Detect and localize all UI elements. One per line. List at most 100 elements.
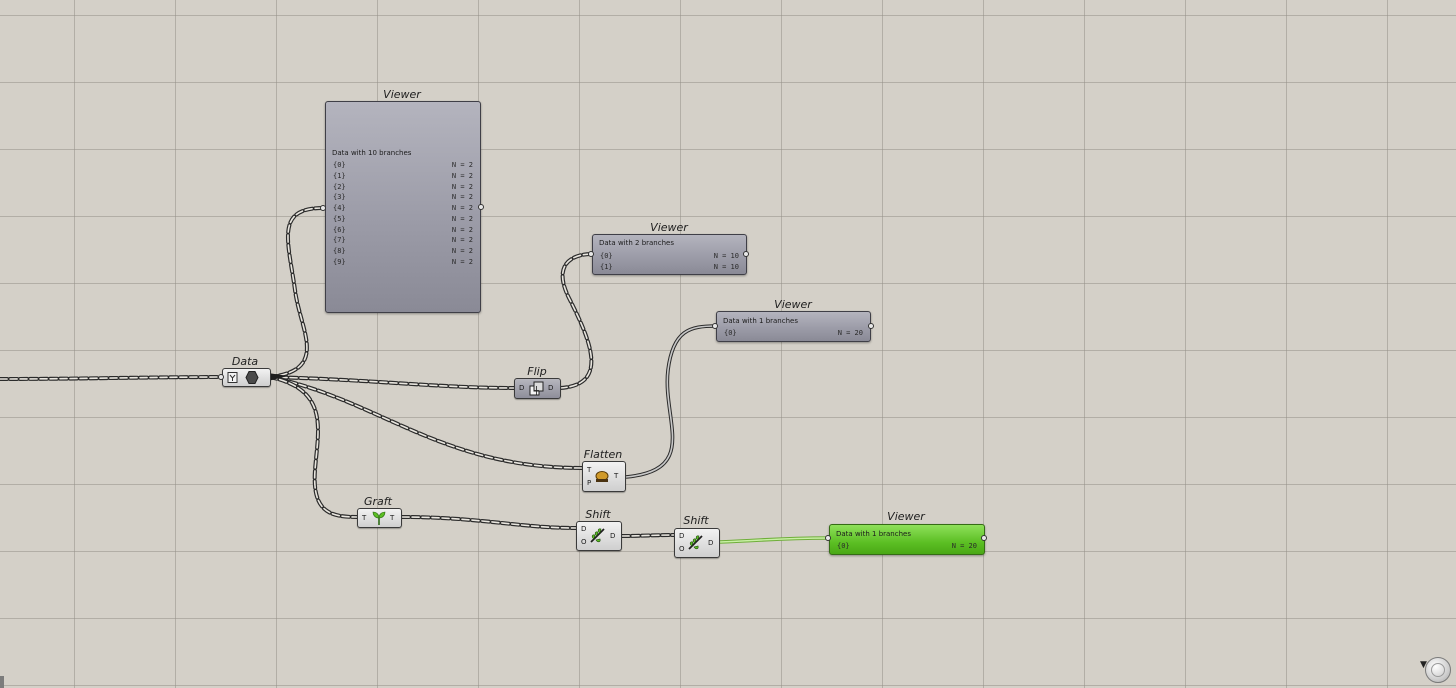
viewer-row: {0} N = 20	[837, 542, 977, 552]
branch-path: {0}	[837, 542, 850, 550]
branch-count: N = 10	[713, 263, 739, 271]
viewer-row: {1} N = 2	[333, 172, 473, 182]
branch-path: {3}	[333, 193, 346, 202]
data-title: Data	[231, 355, 259, 368]
branch-count: N = 2	[451, 257, 473, 266]
viewer-main-title: Viewer	[383, 88, 421, 101]
branch-path: {0}	[724, 329, 737, 337]
branch-path: {8}	[333, 247, 346, 255]
viewer-shift-input-grip[interactable]	[825, 535, 831, 541]
viewer-row: {3} N = 2	[333, 193, 473, 203]
flip-title: Flip	[527, 365, 547, 378]
viewer-flatten-header: Data with 1 branches	[723, 317, 798, 325]
shift1-input-o-label: O	[581, 538, 587, 546]
viewer-flip-panel[interactable]: Data with 2 branches {0} N = 10 {1} N = 10	[592, 234, 747, 275]
shift1-component[interactable]: D O D	[576, 521, 622, 551]
flip-component[interactable]: D D	[514, 378, 561, 399]
viewer-row: {0} N = 2	[333, 161, 473, 171]
viewer-row: {1} N = 10	[600, 263, 739, 273]
shift1-input-d-label: D	[581, 525, 587, 533]
branch-count: N = 10	[713, 252, 739, 260]
flatten-tree-icon	[595, 471, 609, 482]
branch-count: N = 2	[451, 161, 473, 169]
graft-input-label: T	[362, 514, 367, 522]
branch-path: {6}	[333, 225, 346, 234]
branch-count: N = 2	[451, 193, 473, 202]
viewer-main-output-grip[interactable]	[478, 204, 484, 210]
flatten-component[interactable]: T P T	[582, 461, 626, 492]
wire-flatten-to-viewer3[interactable]	[625, 324, 717, 479]
flatten-input-t-label: T	[587, 466, 592, 474]
viewer-row: {5} N = 2	[333, 215, 473, 225]
branch-path: {7}	[333, 236, 346, 245]
viewer-main-input-grip[interactable]	[320, 205, 326, 211]
shift2-input-o-label: O	[679, 545, 685, 553]
flatten-input-p-label: P	[587, 479, 592, 487]
viewer-flatten-output-grip[interactable]	[868, 323, 874, 329]
flip-input-label: D	[519, 384, 525, 392]
branch-count: N = 2	[451, 214, 473, 223]
shift2-input-d-label: D	[679, 532, 685, 540]
wire-data-to-viewer-main[interactable]	[268, 206, 325, 379]
branch-path: {5}	[333, 214, 346, 223]
flip-matrix-icon	[529, 381, 544, 396]
shift-paths-icon	[590, 528, 605, 543]
shift-paths-icon	[688, 535, 703, 550]
branch-count: N = 2	[451, 171, 473, 180]
viewer-main-header: Data with 10 branches	[332, 149, 412, 157]
viewer-row: {9} N = 2	[333, 258, 473, 268]
viewer-main-panel[interactable]: Data with 10 branches {0} N = 2 {1} N = 2 {2…	[325, 101, 481, 313]
shift2-component[interactable]: D O D	[674, 528, 720, 558]
branch-count: N = 2	[451, 182, 473, 191]
wire-data-to-graft[interactable]	[268, 375, 359, 519]
graft-title: Graft	[364, 495, 392, 508]
branch-count: N = 20	[837, 329, 863, 337]
wire-graft-to-shift1[interactable]	[400, 515, 578, 530]
branch-path: {4}	[333, 204, 346, 212]
branch-count: N = 2	[451, 225, 473, 234]
data-component[interactable]	[222, 368, 271, 387]
shift2-title: Shift	[683, 514, 709, 527]
branch-path: {2}	[333, 182, 346, 191]
shift1-title: Shift	[585, 508, 611, 521]
viewer-flatten-title: Viewer	[774, 298, 812, 311]
viewer-row: {7} N = 2	[333, 236, 473, 246]
branch-count: N = 2	[451, 247, 473, 255]
branch-count: N = 20	[951, 542, 977, 550]
wire-flip-to-viewer2[interactable]	[558, 252, 594, 390]
viewer-row: {2} N = 2	[333, 183, 473, 193]
viewer-flatten-panel[interactable]: Data with 1 branches {0} N = 20	[716, 311, 871, 342]
viewer-shift-output-grip[interactable]	[981, 535, 987, 541]
canvas-corner-tab[interactable]	[0, 676, 4, 688]
canvas-navigation-button[interactable]	[1425, 657, 1451, 683]
graft-tree-icon	[372, 511, 386, 525]
shift2-output-label: D	[708, 539, 714, 547]
branch-path: {0}	[333, 161, 346, 169]
shift1-output-label: D	[610, 532, 616, 540]
viewer-flatten-input-grip[interactable]	[712, 323, 718, 329]
viewer-flip-title: Viewer	[650, 221, 688, 234]
branch-path: {1}	[600, 263, 613, 271]
viewer-shift-panel[interactable]: Data with 1 branches {0} N = 20	[829, 524, 985, 555]
viewer-flip-output-grip[interactable]	[743, 251, 749, 257]
branch-count: N = 2	[451, 236, 473, 245]
viewer-row: {0} N = 20	[724, 329, 863, 339]
wire-input-to-data[interactable]	[0, 375, 226, 381]
wire-layer: .w-out { fill:none; stroke:#2b2b2b; stro…	[0, 206, 830, 544]
viewer-row: {8} N = 2	[333, 247, 473, 257]
wire-shift2-to-viewer4[interactable]	[719, 536, 830, 544]
branch-count: N = 2	[451, 204, 473, 212]
viewer-flip-input-grip[interactable]	[588, 251, 594, 257]
data-input-grip[interactable]	[218, 374, 224, 380]
branch-path: {9}	[333, 257, 346, 266]
viewer-shift-header: Data with 1 branches	[836, 530, 911, 538]
viewer-row: {6} N = 2	[333, 226, 473, 236]
flip-output-label: D	[548, 384, 554, 392]
wire-shift1-to-shift2[interactable]	[620, 533, 676, 538]
viewer-shift-title: Viewer	[887, 510, 925, 523]
data-param-icon	[227, 371, 259, 384]
viewer-row: {4} N = 2	[333, 204, 473, 214]
graft-component[interactable]: T T	[357, 508, 402, 528]
flatten-title: Flatten	[583, 448, 623, 461]
viewer-row: {0} N = 10	[600, 252, 739, 262]
